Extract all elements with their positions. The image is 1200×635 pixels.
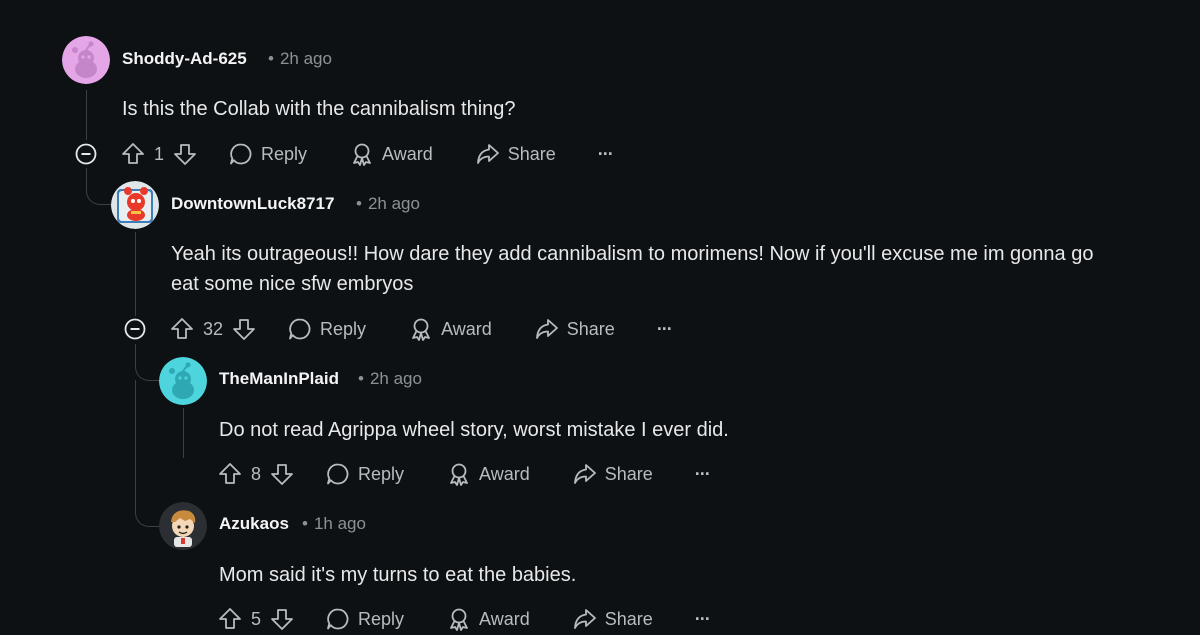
upvote-icon[interactable] xyxy=(217,461,243,487)
comment-body-line: Yeah its outrageous!! How dare they add … xyxy=(171,243,1094,265)
comment-body: Is this the Collab with the cannibalism … xyxy=(122,98,516,120)
thread-line xyxy=(135,380,136,500)
vote-count: 8 xyxy=(251,463,262,484)
share-button[interactable]: Share xyxy=(534,316,615,342)
award-label: Award xyxy=(479,608,530,629)
separator-dot: • xyxy=(302,514,308,533)
share-label: Share xyxy=(507,143,556,164)
time-label: 2h ago xyxy=(369,369,422,388)
reply-label: Reply xyxy=(358,463,405,484)
time-label: 2h ago xyxy=(279,49,332,68)
downvote-icon[interactable] xyxy=(172,141,198,167)
share-label: Share xyxy=(566,318,615,339)
award-button[interactable]: Award xyxy=(408,316,492,342)
thread-line xyxy=(135,232,136,316)
reply-button[interactable]: Reply xyxy=(228,141,307,167)
reply-bubble-icon xyxy=(327,463,349,485)
award-button[interactable]: Award xyxy=(349,141,433,167)
comment-body-line: eat some nice sfw embryos xyxy=(171,273,414,295)
comment-timestamp: • 2h ago xyxy=(356,194,420,214)
award-button[interactable]: Award xyxy=(446,461,530,487)
more-options-button[interactable]: ··· xyxy=(694,463,711,485)
reply-label: Reply xyxy=(358,608,405,629)
comment-body: Do not read Agrippa wheel story, worst m… xyxy=(219,419,729,441)
comment-body: Mom said it's my turns to eat the babies… xyxy=(219,564,577,586)
downvote-icon[interactable] xyxy=(231,316,257,342)
share-button[interactable]: Share xyxy=(475,141,556,167)
reply-button[interactable]: Reply xyxy=(325,461,404,487)
thread-connector xyxy=(135,490,160,527)
separator-dot: • xyxy=(358,369,364,388)
thread-connector xyxy=(135,344,160,381)
share-button[interactable]: Share xyxy=(572,606,653,632)
vote-group: 5 xyxy=(217,606,295,632)
comment-author[interactable]: Azukaos xyxy=(219,514,289,534)
thread-line xyxy=(86,90,87,140)
share-icon xyxy=(535,319,558,339)
reply-bubble-icon xyxy=(289,318,311,340)
more-options-icon: ··· xyxy=(694,608,711,629)
award-icon xyxy=(412,318,430,341)
upvote-icon[interactable] xyxy=(169,316,195,342)
share-label: Share xyxy=(604,463,653,484)
separator-dot: • xyxy=(268,49,274,68)
comment-timestamp: • 1h ago xyxy=(302,514,366,534)
reply-button[interactable]: Reply xyxy=(287,316,366,342)
more-options-icon: ··· xyxy=(597,143,614,164)
avatar[interactable] xyxy=(62,36,110,84)
more-options-button[interactable]: ··· xyxy=(694,608,711,630)
vote-count: 32 xyxy=(203,318,224,339)
separator-dot: • xyxy=(356,194,362,213)
award-label: Award xyxy=(441,318,492,339)
more-options-icon: ··· xyxy=(694,463,711,484)
award-icon xyxy=(450,608,468,631)
comment-timestamp: • 2h ago xyxy=(268,49,332,69)
reply-button[interactable]: Reply xyxy=(325,606,404,632)
reply-label: Reply xyxy=(261,143,308,164)
avatar[interactable] xyxy=(111,181,159,229)
upvote-icon[interactable] xyxy=(217,606,243,632)
collapse-icon[interactable] xyxy=(124,318,146,340)
award-label: Award xyxy=(382,143,433,164)
comment-author[interactable]: DowntownLuck8717 xyxy=(171,194,334,214)
reply-label: Reply xyxy=(320,318,367,339)
more-options-icon: ··· xyxy=(656,318,673,339)
downvote-icon[interactable] xyxy=(269,606,295,632)
comment-timestamp: • 2h ago xyxy=(358,369,422,389)
share-icon xyxy=(476,144,499,164)
vote-group: 1 xyxy=(120,141,198,167)
share-label: Share xyxy=(604,608,653,629)
comment-actions: 1 Reply Award Share ··· xyxy=(120,138,614,170)
reply-bubble-icon xyxy=(327,608,349,630)
share-button[interactable]: Share xyxy=(572,461,653,487)
thread-line xyxy=(183,408,184,458)
upvote-icon[interactable] xyxy=(120,141,146,167)
collapse-icon[interactable] xyxy=(75,143,97,165)
award-icon xyxy=(450,463,468,486)
comment-actions: 5 Reply Award Share ··· xyxy=(217,603,711,635)
avatar[interactable] xyxy=(159,502,207,550)
time-label: 2h ago xyxy=(367,194,420,213)
more-options-button[interactable]: ··· xyxy=(597,143,614,165)
share-icon xyxy=(573,609,596,629)
more-options-button[interactable]: ··· xyxy=(656,318,673,340)
comment-author[interactable]: Shoddy-Ad-625 xyxy=(122,49,247,69)
comment-actions: 8 Reply Award Share ··· xyxy=(217,458,711,490)
avatar[interactable] xyxy=(159,357,207,405)
comment-actions: 32 Reply Award Share ··· xyxy=(169,313,673,345)
vote-group: 32 xyxy=(169,316,257,342)
time-label: 1h ago xyxy=(313,514,366,533)
downvote-icon[interactable] xyxy=(269,461,295,487)
comment-author[interactable]: TheManInPlaid xyxy=(219,369,339,389)
share-icon xyxy=(573,464,596,484)
vote-count: 1 xyxy=(154,143,165,164)
award-icon xyxy=(353,143,371,166)
award-label: Award xyxy=(479,463,530,484)
comment-body: Yeah its outrageous!! How dare they add … xyxy=(171,239,1181,299)
reply-bubble-icon xyxy=(230,143,252,165)
award-button[interactable]: Award xyxy=(446,606,530,632)
vote-count: 5 xyxy=(251,608,262,629)
thread-connector xyxy=(86,168,113,205)
vote-group: 8 xyxy=(217,461,295,487)
